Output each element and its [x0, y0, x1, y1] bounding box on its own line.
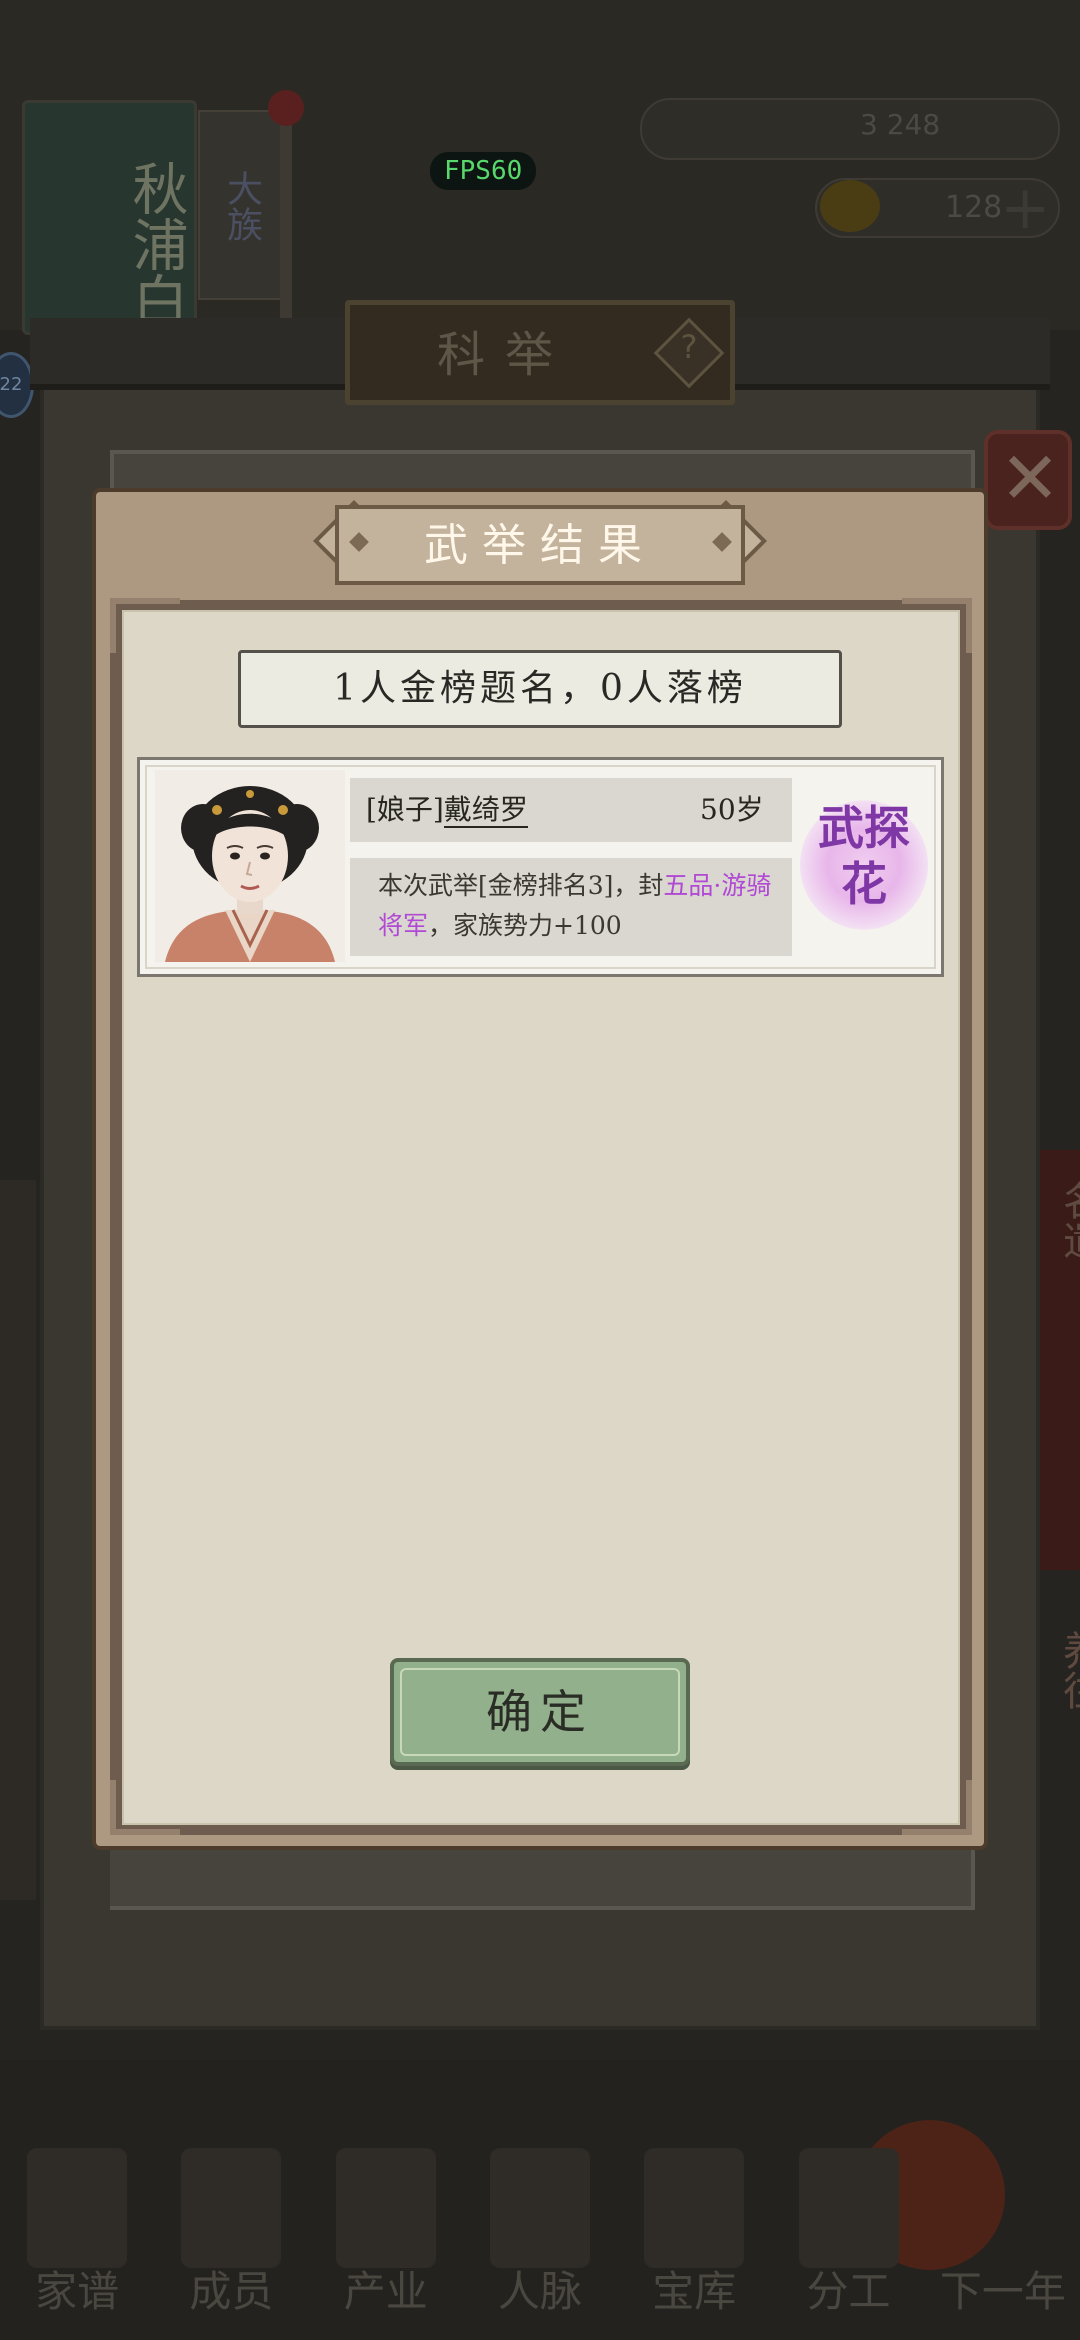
add-gold-icon[interactable]: + — [1000, 178, 1050, 238]
resource-value: 3 248 — [860, 108, 941, 141]
nav-genealogy[interactable]: 家谱 — [12, 2148, 142, 2328]
side-text-right-2: 养往 — [1056, 1630, 1080, 1710]
character-title: [娘子] — [366, 793, 444, 826]
next-year-icon — [953, 2148, 1053, 2268]
treasure-chest-icon — [644, 2148, 745, 2268]
nav-property[interactable]: 产业 — [321, 2148, 451, 2328]
bottom-nav: 家谱 成员 产业 人脉 宝库 分工 下一年 — [0, 2148, 1080, 2328]
nav-assignment[interactable]: 分工 — [784, 2148, 914, 2328]
confirm-button-label[interactable]: 确定 — [390, 1658, 690, 1766]
scroll-icon — [798, 2148, 899, 2268]
gold-ingot-icon — [820, 180, 880, 232]
corner-ornament-tr — [902, 598, 972, 653]
character-portrait[interactable] — [155, 770, 345, 962]
gold-value: 128 — [945, 190, 1003, 225]
nav-label: 成员 — [189, 2267, 274, 2316]
desc-text-before: 本次武举[金榜排名3]，封 — [378, 871, 664, 900]
nav-label: 人脉 — [497, 2267, 582, 2316]
resource-bar[interactable] — [640, 98, 1060, 160]
screen-title: 科举 — [436, 327, 573, 383]
character-age: 50岁 — [700, 793, 764, 826]
round-badge[interactable]: 22 — [0, 352, 34, 418]
nav-label: 分工 — [806, 2267, 891, 2316]
nav-treasury[interactable]: 宝库 — [629, 2148, 759, 2328]
exam-rank-badge-text: 武探花 — [818, 801, 910, 911]
desc-text-after: ，家族势力+100 — [428, 911, 622, 940]
close-icon: ✕ — [999, 436, 1061, 520]
portrait-avatar-icon — [165, 786, 335, 962]
side-text-right-1: 名遣 — [1056, 1180, 1080, 1260]
nav-next-year[interactable]: 下一年 — [938, 2148, 1068, 2328]
network-icon — [489, 2148, 590, 2268]
corner-ornament-bl — [110, 1780, 180, 1835]
character-name-link[interactable]: 戴绮罗 — [443, 793, 528, 828]
clan-tag-text: 大族 — [221, 170, 262, 242]
nav-label: 产业 — [343, 2267, 428, 2316]
result-description: 本次武举[金榜排名3]，封五品·游骑将军，家族势力+100 — [378, 866, 778, 946]
character-name[interactable]: [娘子]戴绮罗 — [366, 786, 528, 834]
nav-label: 宝库 — [652, 2267, 737, 2316]
nav-members[interactable]: 成员 — [166, 2148, 296, 2328]
corner-ornament-tl — [110, 598, 180, 653]
fps-counter: FPS60 — [430, 152, 537, 190]
banner-pole-cap — [268, 90, 304, 126]
genealogy-book-icon — [27, 2148, 128, 2268]
summary-text: 1人金榜题名，0人落榜 — [333, 668, 747, 709]
banner-pole — [280, 95, 292, 325]
nav-network[interactable]: 人脉 — [475, 2148, 605, 2328]
panel-bottom-strip — [110, 1848, 970, 1906]
dialog-title: 武举结果 — [424, 520, 656, 571]
property-icon — [335, 2148, 436, 2268]
help-question-mark: ? — [680, 328, 698, 366]
side-decoration-left — [0, 1180, 36, 1900]
nav-label: 家谱 — [35, 2267, 120, 2316]
nav-label: 下一年 — [939, 2267, 1066, 2316]
corner-ornament-br — [902, 1780, 972, 1835]
members-icon — [181, 2148, 282, 2268]
